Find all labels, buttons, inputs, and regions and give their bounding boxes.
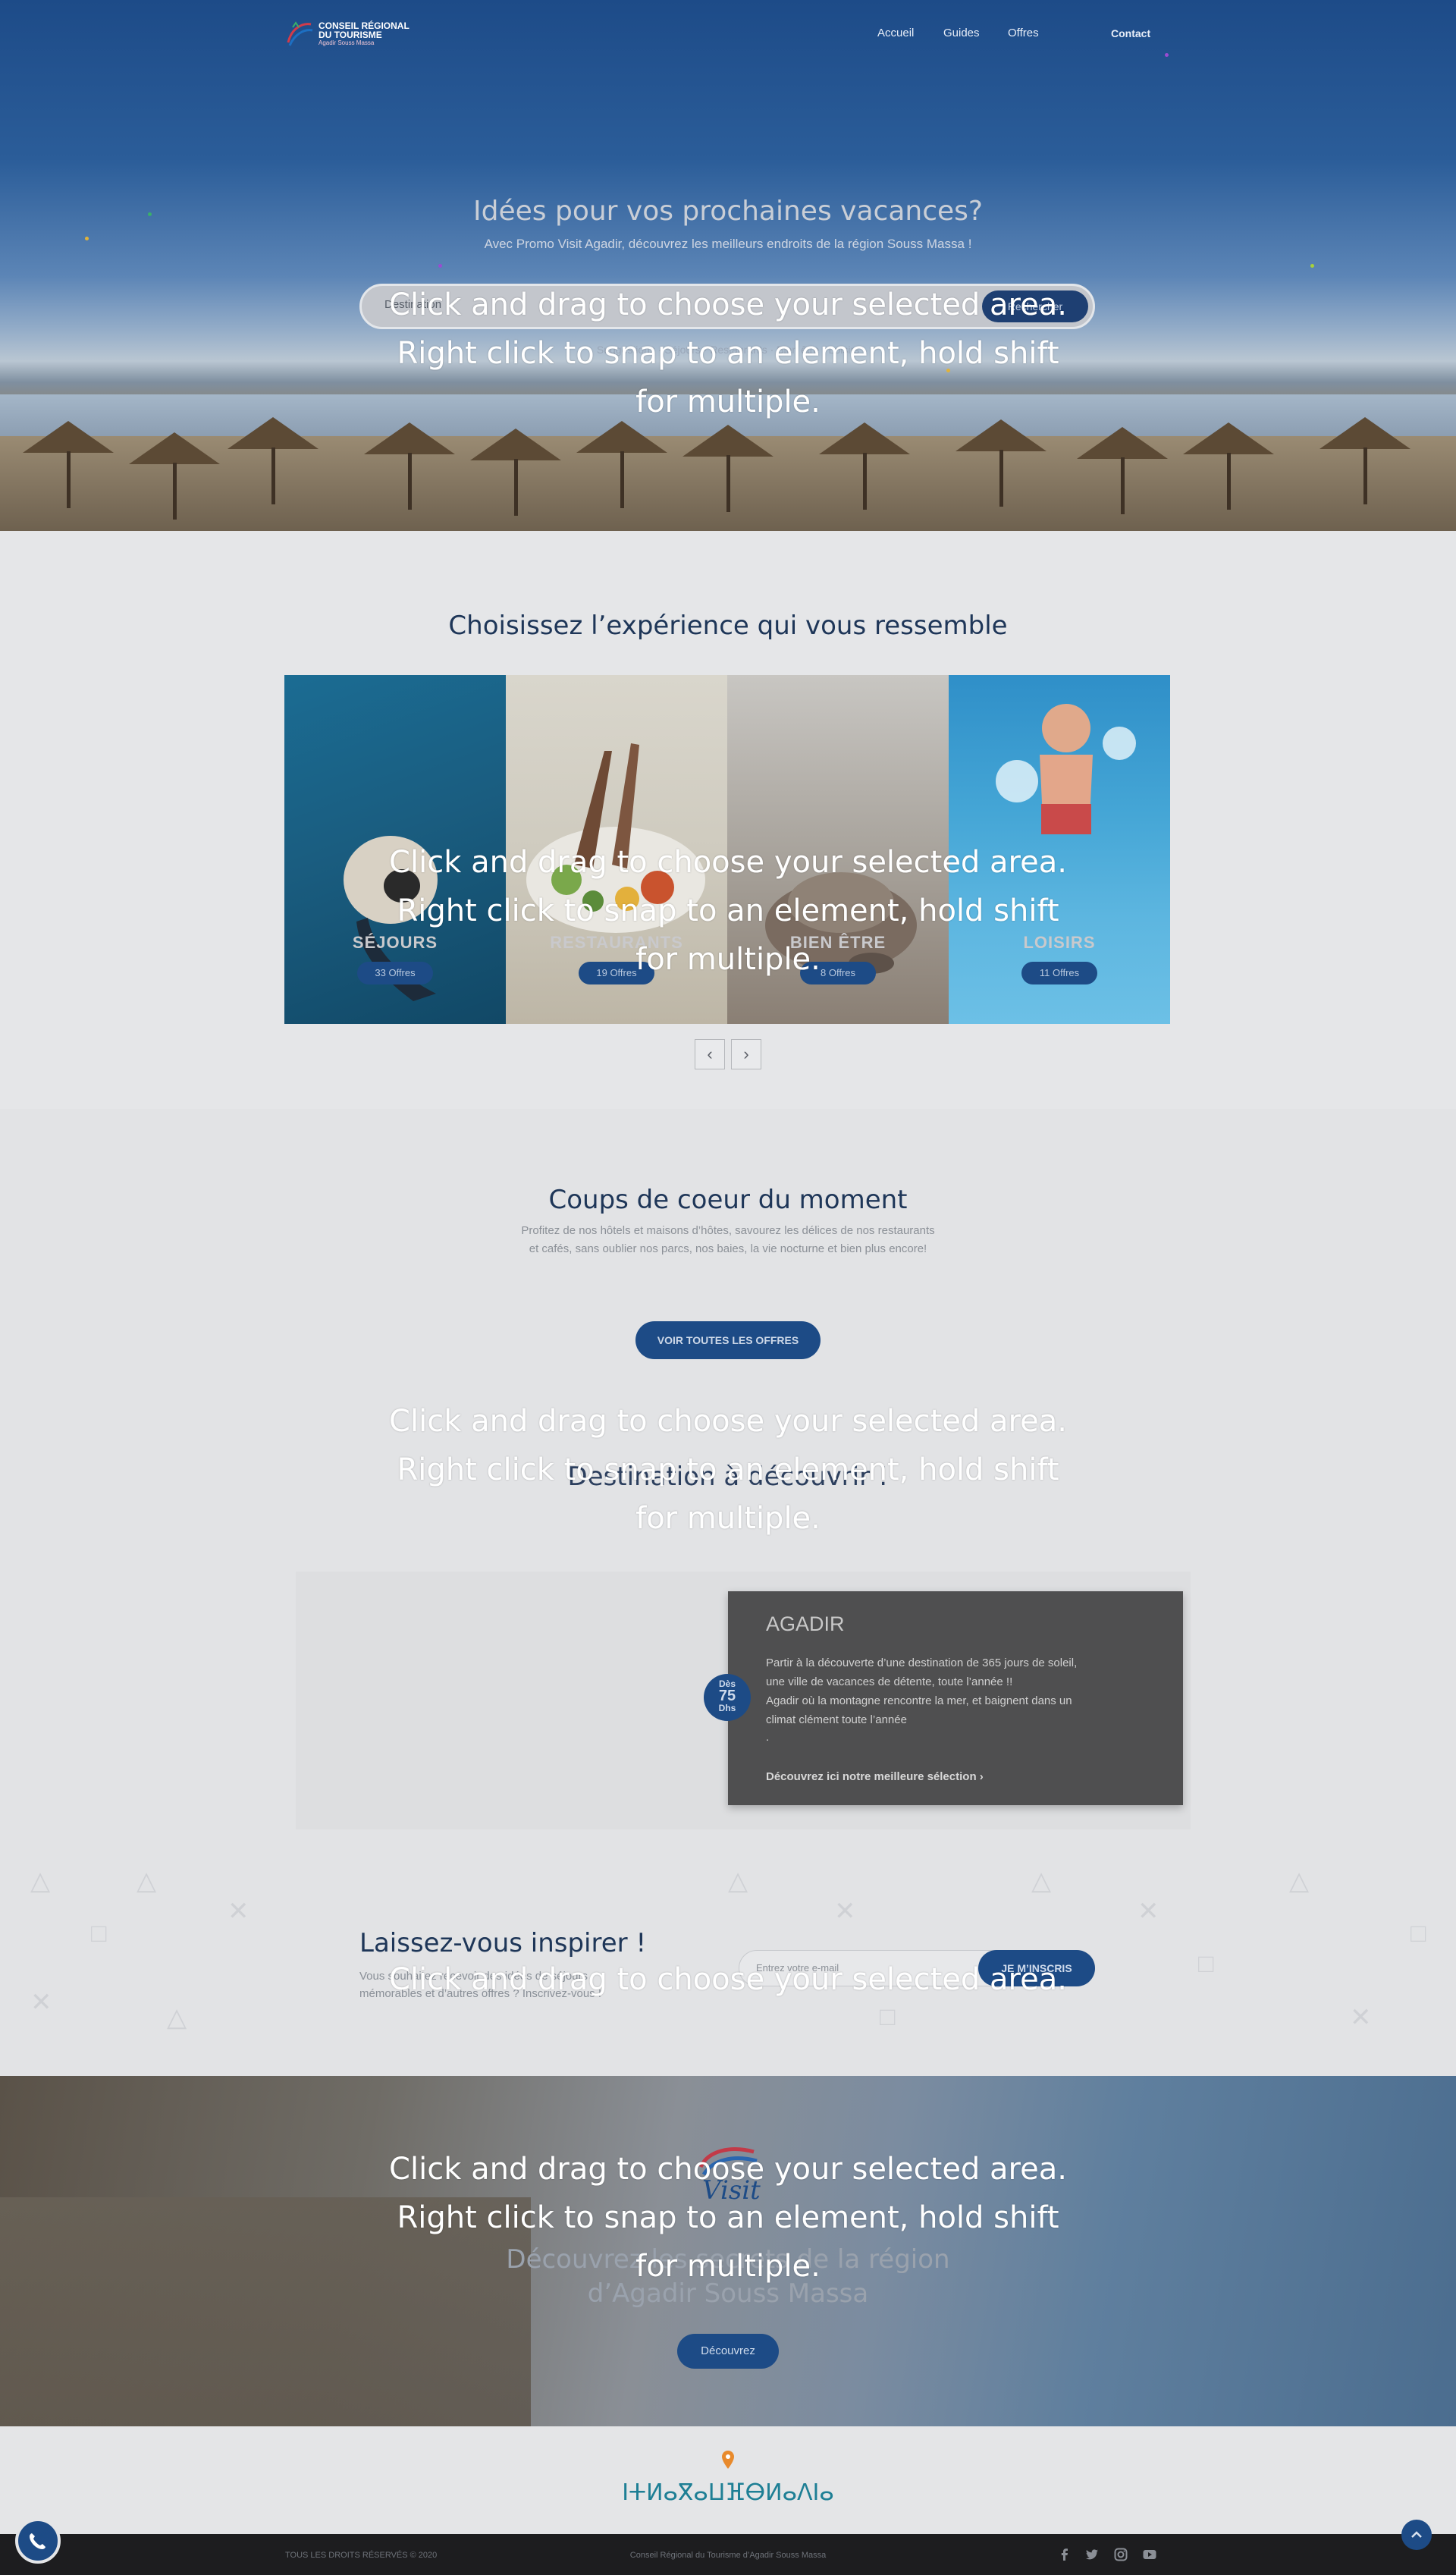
destination-desc-line-4: climat clément toute l’année <box>766 1713 907 1726</box>
all-offers-button[interactable]: VOIR TOUTES LES OFFRES <box>635 1321 821 1359</box>
cross-icon: ✕ <box>834 1897 856 1926</box>
logo-subtitle: Agadir Souss Massa <box>318 39 375 46</box>
square-icon: □ <box>880 2002 896 2031</box>
selection-overlay-hero: Click and drag to choose your selected a… <box>0 281 1456 426</box>
selection-overlay-banner: Click and drag to choose your selected a… <box>0 2145 1456 2291</box>
logo-line-2: DU TOURISME <box>318 30 382 40</box>
square-icon: □ <box>91 1919 107 1948</box>
overlay-line-2: Right click to snap to an element, hold … <box>397 2200 1059 2235</box>
price-unit: Dhs <box>718 1703 736 1713</box>
instagram-icon[interactable] <box>1113 2547 1128 2562</box>
partner-logo[interactable]: ⵏⵜⵍⴰⴳⴰⵡⴼⴱⵍⴰⴷⵏⴰ <box>0 2479 1456 2506</box>
overlay-line-2: Right click to snap to an element, hold … <box>397 893 1059 928</box>
phone-icon <box>30 2533 46 2549</box>
carousel-next-button[interactable]: › <box>731 1039 761 1069</box>
chevron-up-icon <box>1411 2531 1422 2538</box>
overlay-line-1: Click and drag to choose your selected a… <box>389 1962 1067 1997</box>
hero-section: CONSEIL RÉGIONAL DU TOURISME Agadir Sous… <box>0 0 1456 531</box>
coups-title: Coups de coeur du moment <box>548 1185 908 1215</box>
footer-bar: TOUS LES DROITS RÉSERVÉS © 2020 Conseil … <box>0 2534 1456 2575</box>
overlay-line-3: for multiple. <box>635 942 821 977</box>
destination-selection-link[interactable]: Découvrez ici notre meilleure sélection … <box>766 1770 984 1783</box>
overlay-line-3: for multiple. <box>635 2249 821 2284</box>
destination-desc-line-2: une ville de vacances de détente, toute … <box>766 1675 1013 1688</box>
price-value: 75 <box>718 1688 736 1704</box>
hero-subtitle: Avec Promo Visit Agadir, découvrez les m… <box>484 237 972 251</box>
twitter-icon[interactable] <box>1084 2547 1100 2562</box>
hero-title: Idées pour vos prochaines vacances? <box>473 196 983 227</box>
experiences-section: Choisissez l’expérience qui vous ressemb… <box>0 531 1456 1109</box>
nav-logo-text[interactable]: CONSEIL RÉGIONAL DU TOURISME Agadir Sous… <box>318 21 410 46</box>
triangle-icon: △ <box>136 1867 157 1895</box>
nav-link-accueil[interactable]: Accueil <box>877 27 914 39</box>
facebook-icon[interactable] <box>1057 2547 1072 2562</box>
overlay-line-2: Right click to snap to an element, hold … <box>397 336 1059 371</box>
price-prefix: Dès <box>718 1678 736 1689</box>
cross-icon: ✕ <box>1350 2003 1372 2032</box>
scroll-top-button[interactable] <box>1401 2520 1432 2550</box>
coups-desc-line-2: et cafés, sans oublier nos parcs, nos ba… <box>529 1242 927 1255</box>
triangle-icon: △ <box>1289 1867 1310 1895</box>
destination-name: AGADIR <box>766 1613 845 1635</box>
destination-desc-line-3: Agadir où la montagne rencontre la mer, … <box>766 1694 1072 1707</box>
hero-beach <box>0 417 1456 531</box>
coups-desc-line-1: Profitez de nos hôtels et maisons d’hôte… <box>521 1224 935 1237</box>
overlay-line-1: Click and drag to choose your selected a… <box>389 2152 1067 2187</box>
overlay-line-2: Right click to snap to an element, hold … <box>397 1452 1059 1487</box>
selection-overlay-newsletter: Click and drag to choose your selected a… <box>0 1955 1456 2004</box>
nav-link-guides[interactable]: Guides <box>943 27 980 39</box>
triangle-icon: △ <box>1031 1867 1052 1895</box>
partner-area: ⵏⵜⵍⴰⴳⴰⵡⴼⴱⵍⴰⴷⵏⴰ <box>0 2426 1456 2534</box>
destination-card: AGADIR Partir à la découverte d’une dest… <box>728 1591 1183 1805</box>
overlay-line-1: Click and drag to choose your selected a… <box>389 287 1067 322</box>
footer-org: Conseil Régional du Tourisme d’Agadir So… <box>629 2551 827 2560</box>
price-badge: Dès 75 Dhs <box>704 1674 751 1721</box>
cross-icon: ✕ <box>228 1897 249 1926</box>
destination-desc-line-5: . <box>766 1731 770 1744</box>
cross-icon: ✕ <box>1138 1897 1159 1926</box>
overlay-line-1: Click and drag to choose your selected a… <box>389 845 1067 880</box>
phone-call-button[interactable] <box>15 2518 61 2564</box>
youtube-icon[interactable] <box>1142 2547 1157 2562</box>
overlay-line-1: Click and drag to choose your selected a… <box>389 1404 1067 1439</box>
location-pin-icon <box>722 2451 734 2469</box>
overlay-line-3: for multiple. <box>635 1501 821 1536</box>
discover-button[interactable]: Découvrez <box>677 2334 779 2369</box>
nav-link-offres[interactable]: Offres <box>1008 27 1039 39</box>
overlay-line-3: for multiple. <box>635 385 821 419</box>
selection-overlay-coups: Click and drag to choose your selected a… <box>0 1397 1456 1543</box>
destination-desc-line-1: Partir à la découverte d’une destination… <box>766 1656 1078 1669</box>
triangle-icon: △ <box>167 2003 187 2032</box>
experiences-title: Choisissez l’expérience qui vous ressemb… <box>448 611 1008 641</box>
nav-link-contact[interactable]: Contact <box>1111 27 1150 39</box>
newsletter-title: Laissez-vous inspirer ! <box>359 1928 647 1958</box>
square-icon: □ <box>1410 1919 1426 1948</box>
triangle-icon: △ <box>728 1867 748 1895</box>
triangle-icon: △ <box>30 1867 51 1895</box>
carousel-prev-button[interactable]: ‹ <box>695 1039 725 1069</box>
logo-icon[interactable] <box>285 20 314 47</box>
selection-overlay-experiences: Click and drag to choose your selected a… <box>0 838 1456 984</box>
